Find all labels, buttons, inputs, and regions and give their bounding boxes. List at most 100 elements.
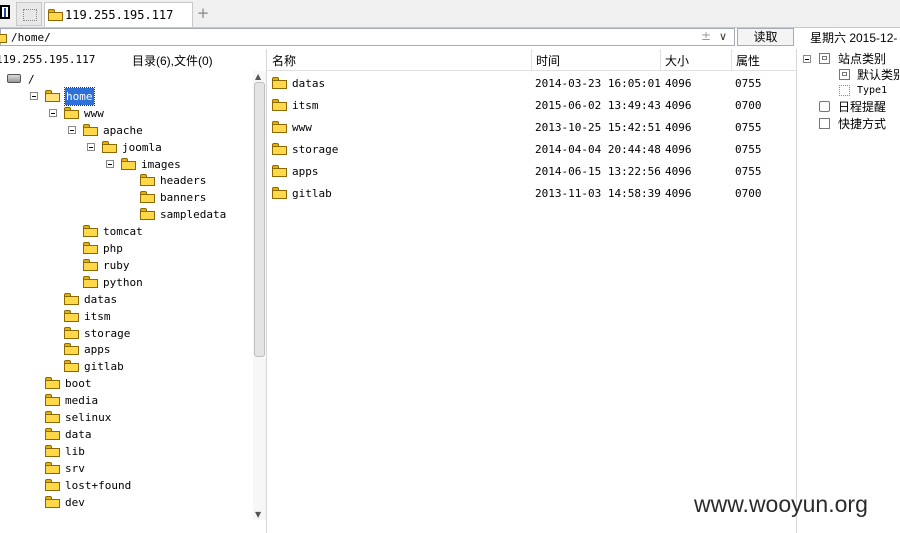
window-icon[interactable] — [0, 5, 10, 19]
folder-icon — [272, 187, 287, 199]
scroll-up-icon[interactable]: ▲ — [255, 72, 261, 81]
tree-node[interactable]: python — [0, 274, 252, 291]
tree-node-label: php — [103, 242, 123, 255]
host-label: 119.255.195.117 — [0, 53, 96, 66]
folder-icon — [140, 174, 155, 187]
table-row[interactable]: www 2013-10-25 15:42:51 4096 0755 — [267, 116, 797, 138]
column-divider[interactable] — [731, 49, 732, 70]
add-tab-button[interactable]: + — [196, 4, 210, 22]
tree-node-label: headers — [160, 174, 207, 188]
folder-icon — [83, 275, 98, 288]
cell-name: www — [292, 121, 312, 134]
scrollbar-thumb[interactable] — [254, 82, 265, 357]
chevron-down-icon[interactable]: ∨ — [719, 30, 727, 43]
collapse-toggle[interactable] — [30, 91, 38, 100]
schedule-reminder[interactable]: 日程提醒 — [838, 99, 886, 115]
cell-attr: 0755 — [735, 165, 762, 178]
shortcuts[interactable]: 快捷方式 — [838, 116, 886, 132]
tree-node[interactable]: php — [0, 240, 252, 257]
tree-node[interactable]: joomla — [0, 139, 252, 156]
collapse-toggle[interactable] — [49, 108, 57, 117]
scroll-down-icon[interactable]: ▼ — [255, 510, 261, 519]
tree-node[interactable]: / — [0, 71, 252, 88]
tree-node[interactable]: selinux — [0, 409, 252, 426]
tree-node-label: itsm — [84, 309, 111, 323]
folder-icon — [64, 326, 79, 339]
tree-node[interactable]: boot — [0, 375, 252, 392]
tree-node[interactable]: tomcat — [0, 223, 252, 240]
tree-node[interactable]: www — [0, 105, 252, 122]
cell-size: 4096 — [665, 121, 692, 134]
column-divider[interactable] — [660, 49, 661, 70]
cell-name: itsm — [292, 99, 319, 112]
folder-icon — [64, 292, 79, 305]
folder-icon — [45, 495, 60, 508]
category-icon — [819, 53, 830, 64]
tree-node[interactable]: itsm — [0, 308, 252, 325]
folder-icon — [140, 208, 155, 221]
tree-node-label: lost+found — [65, 478, 132, 492]
tree-node[interactable]: dev — [0, 494, 252, 511]
plus-minus-icon[interactable]: ± — [701, 29, 711, 43]
shortcut-icon — [819, 118, 830, 129]
column-size[interactable]: 大小 — [665, 52, 689, 69]
table-row[interactable]: storage 2014-04-04 20:44:48 4096 0755 — [267, 138, 797, 160]
tree-node[interactable]: apache — [0, 122, 252, 139]
tree-node-label: www — [84, 106, 104, 120]
tree-node[interactable]: storage — [0, 325, 252, 342]
tab-blank[interactable] — [16, 2, 42, 26]
column-name[interactable]: 名称 — [272, 52, 296, 69]
cell-size: 4096 — [665, 165, 692, 178]
collapse-toggle[interactable] — [106, 159, 114, 168]
site-category[interactable]: 站点类别 — [838, 51, 886, 67]
tree-node[interactable]: media — [0, 392, 252, 409]
cell-attr: 0755 — [735, 143, 762, 156]
cell-time: 2014-06-15 13:22:56 — [535, 165, 661, 178]
collapse-toggle[interactable] — [68, 125, 76, 134]
tree-node[interactable]: ruby — [0, 257, 252, 274]
folder-icon — [272, 77, 287, 89]
tree-node[interactable]: apps — [0, 341, 252, 358]
date-display: 星期六 2015-12- — [810, 31, 898, 45]
path-input[interactable]: /home/ ± ∨ — [0, 28, 735, 46]
tree-node-label: joomla — [122, 140, 162, 154]
column-attr[interactable]: 属性 — [736, 52, 760, 69]
tree-node[interactable]: lib — [0, 443, 252, 460]
type1-item[interactable]: Type1 — [857, 83, 887, 99]
watermark: www.wooyun.org — [694, 491, 868, 517]
tree-node[interactable]: headers — [0, 172, 252, 189]
tab-host-label: 119.255.195.117 — [65, 8, 174, 22]
collapse-toggle[interactable] — [803, 55, 811, 63]
cell-time: 2014-03-23 16:05:01 — [535, 77, 661, 90]
folder-icon — [64, 106, 79, 119]
cell-attr: 0755 — [735, 77, 762, 90]
tree-node[interactable]: srv — [0, 460, 252, 477]
tree-node[interactable]: banners — [0, 189, 252, 206]
column-divider[interactable] — [531, 49, 532, 70]
tree-node[interactable]: home — [0, 86, 252, 106]
cell-size: 4096 — [665, 77, 692, 90]
table-row[interactable]: apps 2014-06-15 13:22:56 4096 0755 — [267, 160, 797, 182]
tree-node[interactable]: lost+found — [0, 477, 252, 494]
column-time[interactable]: 时间 — [536, 52, 560, 69]
folder-icon — [272, 143, 287, 155]
tab-host[interactable]: 119.255.195.117 — [44, 2, 193, 27]
table-row[interactable]: gitlab 2013-11-03 14:58:39 4096 0700 — [267, 182, 797, 204]
tree-node-label: apache — [103, 123, 143, 137]
collapse-toggle[interactable] — [87, 142, 95, 151]
read-button[interactable]: 读取 — [737, 28, 794, 46]
tree-node[interactable]: gitlab — [0, 358, 252, 375]
tree-node[interactable]: images — [0, 156, 252, 173]
tree-node[interactable]: sampledata — [0, 206, 252, 223]
tree-node-label: gitlab — [84, 360, 124, 374]
cell-name: datas — [292, 77, 326, 90]
table-row[interactable]: itsm 2015-06-02 13:49:43 4096 0700 — [267, 94, 797, 116]
default-category[interactable]: 默认类别 — [857, 67, 900, 83]
folder-icon — [45, 411, 60, 423]
tree-scrollbar[interactable]: ▲ ▼ — [253, 71, 266, 520]
tree-node[interactable]: data — [0, 426, 252, 443]
tree-node[interactable]: datas — [0, 291, 252, 308]
tree-node-label: sampledata — [160, 208, 227, 222]
table-row[interactable]: datas 2014-03-23 16:05:01 4096 0755 — [267, 72, 797, 94]
clock-icon — [819, 101, 830, 112]
